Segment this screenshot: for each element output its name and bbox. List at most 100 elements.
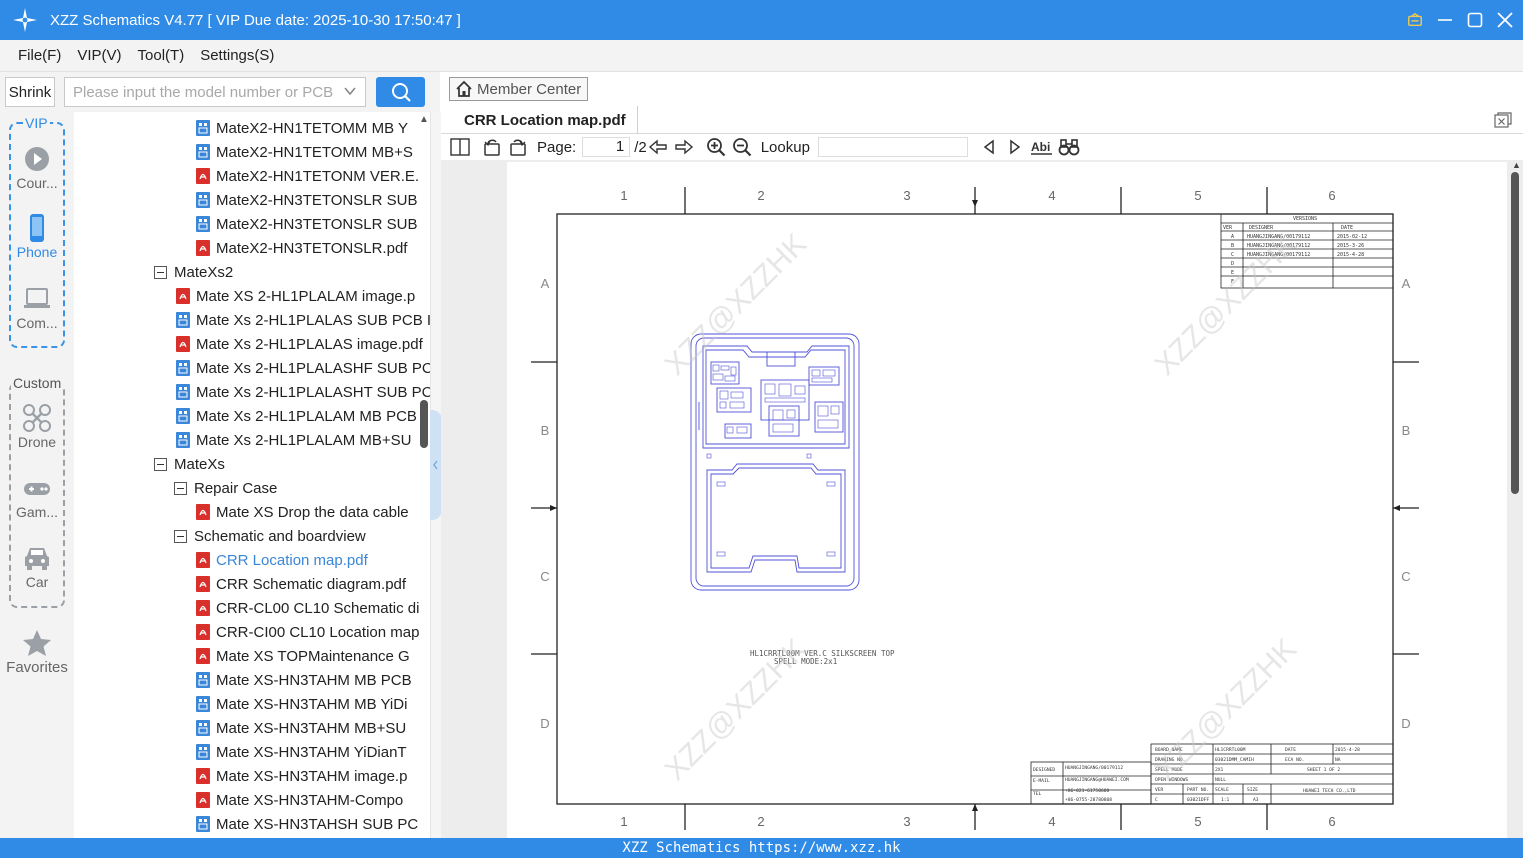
match-case-icon[interactable]: Abi — [1030, 136, 1054, 158]
collapse-toggle-icon[interactable] — [154, 457, 167, 471]
rail-item-games[interactable]: Gam... — [0, 474, 74, 520]
collapse-toggle-icon[interactable] — [154, 265, 167, 279]
tree-file[interactable]: CRR-CI00 CL10 Location map — [196, 620, 419, 644]
chevron-down-icon[interactable] — [343, 84, 357, 98]
grid-column-label: 4 — [1048, 188, 1055, 203]
menu-tool[interactable]: Tool(T) — [138, 47, 185, 64]
tree-file[interactable]: MateX2-HN3TETONSLR SUB — [196, 212, 417, 236]
find-next-icon[interactable] — [1004, 136, 1026, 158]
tree-file[interactable]: Mate Xs 2-HL1PLALAM MB+SU — [176, 428, 412, 452]
zoom-in-icon[interactable] — [705, 136, 727, 158]
tree-item-label: CRR-CI00 CL10 Location map — [216, 623, 420, 641]
zoom-out-icon[interactable] — [731, 136, 753, 158]
title-block-cell: ECA NO. — [1285, 757, 1304, 763]
find-all-binoculars-icon[interactable] — [1058, 136, 1080, 158]
pdf-viewer[interactable]: 123456 123456 ABCD ABCD VERSIONS VER DESIG… — [441, 160, 1523, 838]
collapse-toggle-icon[interactable] — [174, 481, 187, 495]
tree-item-label: MateX2-HN1TETOMM MB Y — [216, 119, 408, 137]
tree-file[interactable]: Mate XS-HN3TAHM-Compo — [196, 788, 403, 812]
tab-crr-location-map[interactable]: CRR Location map.pdf — [453, 106, 638, 134]
tree-scrollbar[interactable] — [420, 400, 428, 448]
page-number-input[interactable]: 1 — [582, 137, 631, 157]
status-bar: XZZ Schematics https://www.xzz.hk — [0, 838, 1523, 858]
search-button[interactable] — [376, 77, 425, 107]
viewer-scroll-up-icon[interactable]: ▲ — [1512, 160, 1521, 170]
toggle-sidebar-icon[interactable] — [449, 136, 471, 158]
versions-cell: 2015-3-26 — [1337, 243, 1364, 249]
tree-file[interactable]: Mate XS TOPMaintenance G — [196, 644, 410, 668]
tree-file[interactable]: CRR-CL00 CL10 Schematic di — [196, 596, 419, 620]
tree-item-label: CRR Location map.pdf — [216, 551, 368, 569]
rail-item-computer[interactable]: Com... — [0, 285, 74, 331]
previous-page-icon[interactable] — [647, 136, 669, 158]
tree-file[interactable]: Mate XS-HN3TAHM YiDianT — [196, 740, 407, 764]
tree-file[interactable]: Mate Xs 2-HL1PLALASHT SUB PC — [176, 380, 430, 404]
rail-item-drone[interactable]: Drone — [0, 404, 74, 450]
pdf-file-icon — [196, 768, 210, 784]
rotate-right-icon[interactable] — [507, 136, 529, 158]
maximize-icon[interactable] — [1467, 12, 1483, 28]
tree-scroll-up-icon[interactable]: ▲ — [419, 114, 429, 125]
tree-file[interactable]: MateX2-HN1TETOMM MB Y — [196, 116, 408, 140]
close-icon[interactable] — [1497, 12, 1513, 28]
pcb-file-icon — [196, 192, 210, 208]
menu-file[interactable]: File(F) — [18, 47, 61, 64]
tree-file[interactable]: MateX2-HN1TETONM VER.E. — [196, 164, 419, 188]
pcb-component — [712, 364, 720, 372]
custom-group-label: Custom — [11, 375, 64, 391]
collapse-toggle-icon[interactable] — [174, 529, 187, 543]
minimize-icon[interactable] — [1437, 12, 1453, 28]
menu-settings[interactable]: Settings(S) — [200, 47, 274, 64]
tree-folder[interactable]: Repair Case — [174, 476, 277, 500]
member-center-button[interactable]: Member Center — [449, 77, 588, 101]
versions-header: DESIGNER — [1249, 225, 1274, 231]
pcb-component — [811, 369, 821, 377]
tree-file[interactable]: Mate XS-HN3TAHM MB YiDi — [196, 692, 407, 716]
tree-file[interactable]: Mate XS-HN3TAHM image.p — [196, 764, 407, 788]
tree-file[interactable]: CRR Schematic diagram.pdf — [196, 572, 406, 596]
tree-file[interactable]: Mate XS 2-HL1PLALAM image.p — [176, 284, 415, 308]
tree-file[interactable]: Mate XS-HN3TAHM MB PCB — [196, 668, 412, 692]
rail-item-favorites[interactable]: Favorites — [0, 629, 74, 676]
vip-crown-icon[interactable] — [1407, 12, 1423, 28]
find-previous-icon[interactable] — [978, 136, 1000, 158]
tree-file[interactable]: Mate Xs 2-HL1PLALAS image.pdf — [176, 332, 423, 356]
tree-file[interactable]: Mate XS Drop the data cable — [196, 500, 409, 524]
tree-file[interactable]: Mate XS-HN3TAHSH SUB PC — [196, 812, 418, 836]
search-input[interactable]: Please input the model number or PCB — [64, 77, 366, 107]
close-all-tabs-icon[interactable] — [1494, 112, 1512, 128]
tree-file[interactable]: CRR Location map.pdf — [196, 548, 368, 572]
rail-item-label: Drone — [17, 434, 57, 450]
pcb-file-icon — [176, 408, 190, 424]
pcb-component — [822, 369, 836, 377]
viewer-scrollbar[interactable] — [1511, 172, 1519, 494]
tree-folder[interactable]: MateXs2 — [154, 260, 233, 284]
schematic-drawing: 123456 123456 ABCD ABCD VERSIONSVER DESIG… — [531, 187, 1419, 830]
shrink-button[interactable]: Shrink — [5, 77, 55, 107]
menu-vip[interactable]: VIP(V) — [77, 47, 121, 64]
pcb-file-icon — [196, 696, 210, 712]
tree-item-label: Mate XS-HN3TAHM MB+SU — [216, 719, 407, 737]
tree-file[interactable]: Mate Xs 2-HL1PLALASHF SUB PC — [176, 356, 430, 380]
rail-item-courses[interactable]: Cour... — [0, 145, 74, 191]
tree-folder[interactable]: MateXs — [154, 452, 225, 476]
pdf-file-icon — [196, 792, 210, 808]
rail-item-car[interactable]: Car — [0, 544, 74, 590]
tree-item-label: MateX2-HN1TETONM VER.E. — [216, 167, 420, 185]
tree-folder[interactable]: Schematic and boardview — [174, 524, 366, 548]
tree-item-label: Repair Case — [194, 479, 278, 497]
pcb-component — [716, 551, 726, 557]
tree-file[interactable]: Mate XS-HN3TAHM MB+SU — [196, 716, 406, 740]
rail-item-phone[interactable]: Phone — [0, 214, 74, 260]
page-total: /2 — [634, 138, 647, 156]
tree-file[interactable]: MateX2-HN1TETOMM MB+S — [196, 140, 413, 164]
tree-file[interactable]: Mate Xs 2-HL1PLALAM MB PCB — [176, 404, 417, 428]
tree-file[interactable]: MateX2-HN3TETONSLR SUB — [196, 188, 417, 212]
tree-file[interactable]: MateX2-HN3TETONSLR.pdf — [196, 236, 407, 260]
rotate-left-icon[interactable] — [481, 136, 503, 158]
tree-item-label: Mate XS-HN3TAHM YiDianT — [216, 743, 407, 761]
tree-file[interactable]: Mate Xs 2-HL1PLALAS SUB PCB I — [176, 308, 430, 332]
lookup-input[interactable] — [817, 137, 968, 157]
next-page-icon[interactable] — [673, 136, 695, 158]
pdf-file-icon — [176, 336, 190, 352]
